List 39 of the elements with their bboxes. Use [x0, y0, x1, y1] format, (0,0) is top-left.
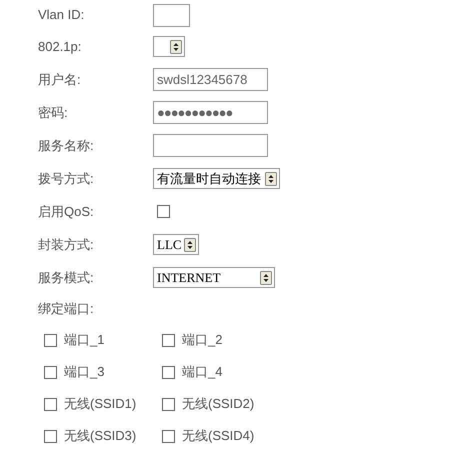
text-field[interactable]: swdsl12345678 — [153, 68, 268, 91]
spinner-icon — [265, 172, 277, 186]
text-field[interactable] — [153, 4, 190, 26]
spinner-icon — [170, 40, 182, 54]
field-label: 服务名称: — [38, 136, 95, 155]
section-label: 绑定端口: — [38, 300, 94, 318]
field-label: 启用QoS: — [38, 202, 95, 221]
field-label: Vlan ID: — [38, 6, 86, 24]
checkbox-label: 端口_2 — [182, 331, 222, 350]
field-label: 用户名: — [38, 70, 82, 89]
checkbox-label: 端口_1 — [64, 331, 104, 350]
checkbox[interactable] — [162, 398, 175, 410]
checkbox-label: 端口_4 — [182, 363, 222, 382]
dropdown[interactable]: LLC — [153, 234, 199, 255]
checkbox[interactable] — [162, 366, 175, 378]
dropdown[interactable] — [153, 36, 185, 57]
field-label: 密码: — [38, 104, 69, 122]
dropdown[interactable]: INTERNET — [153, 267, 275, 288]
password-field[interactable]: ●●●●●●●●●●● — [153, 101, 268, 124]
checkbox[interactable] — [44, 334, 57, 346]
checkbox-label: 端口_3 — [64, 363, 104, 382]
checkbox-label: 无线(SSID3) — [64, 427, 136, 446]
checkbox[interactable] — [44, 430, 57, 442]
checkbox[interactable] — [44, 398, 57, 410]
checkbox[interactable] — [44, 366, 57, 378]
checkbox-label: 无线(SSID4) — [182, 427, 254, 446]
checkbox[interactable] — [157, 205, 170, 218]
checkbox-label: 无线(SSID2) — [182, 395, 254, 414]
checkbox[interactable] — [162, 430, 175, 442]
dropdown[interactable]: 有流量时自动连接 — [153, 168, 280, 189]
text-field[interactable] — [153, 134, 268, 157]
spinner-icon — [184, 238, 196, 252]
checkbox-label: 无线(SSID1) — [64, 395, 136, 414]
field-label: 服务模式: — [38, 268, 95, 287]
field-label: 802.1p: — [38, 38, 82, 56]
spinner-icon — [260, 270, 272, 284]
field-label: 封装方式: — [38, 236, 95, 254]
field-label: 拨号方式: — [38, 170, 95, 188]
checkbox[interactable] — [162, 334, 175, 346]
